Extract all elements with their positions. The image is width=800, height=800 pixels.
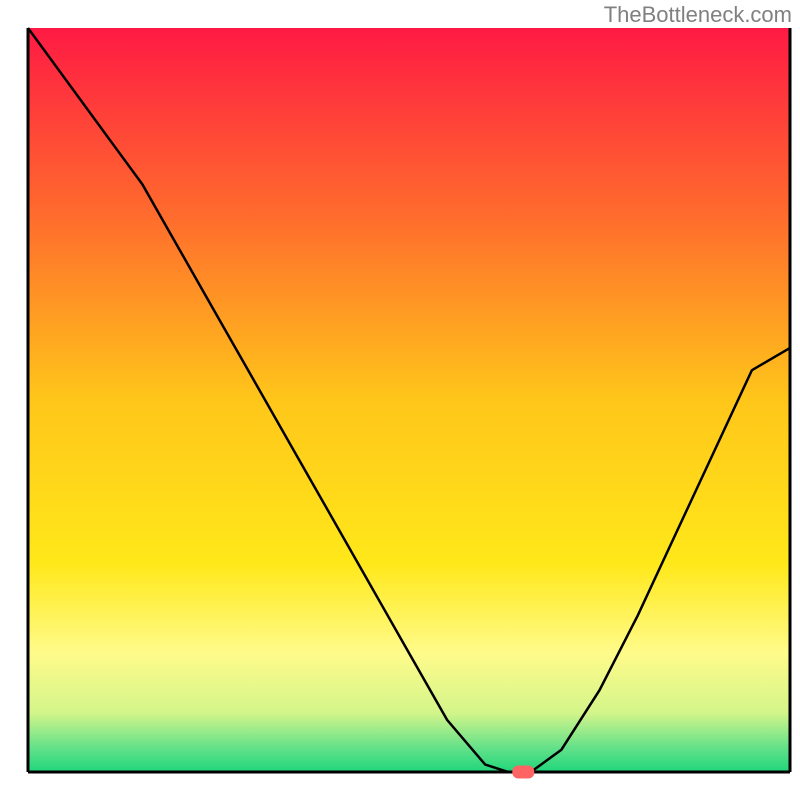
optimum-marker: [512, 766, 534, 779]
chart-container: TheBottleneck.com: [0, 0, 800, 800]
plot-background: [28, 28, 790, 772]
watermark-text: TheBottleneck.com: [604, 2, 792, 28]
bottleneck-chart: [0, 0, 800, 800]
